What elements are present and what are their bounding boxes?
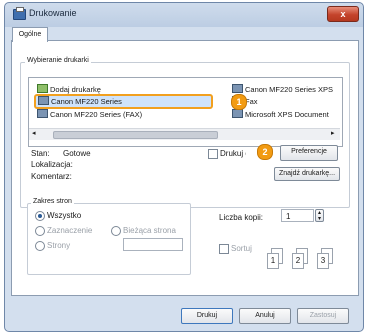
printer-icon	[232, 84, 243, 93]
page-range-legend: Zakres stron	[31, 198, 74, 205]
callout-1-badge: 1	[231, 94, 247, 110]
comment-label: Komentarz:	[31, 172, 72, 181]
printer-label: Dodaj drukarkę	[50, 85, 101, 94]
page-range-all-label: Wszystko	[47, 211, 82, 220]
find-printer-button[interactable]: Znajdź drukarkę...	[274, 167, 340, 181]
status-value: Gotowe	[63, 149, 91, 158]
page-range-selection-label: Zaznaczenie	[47, 226, 93, 235]
copies-input[interactable]: 1	[281, 209, 314, 222]
select-printer-legend: Wybieranie drukarki	[25, 57, 91, 64]
collate-page-1: 1	[267, 253, 279, 269]
page-range-selection-radio[interactable]	[35, 226, 45, 236]
collate-page-3: 3	[317, 253, 329, 269]
page-range-all-radio[interactable]	[35, 211, 45, 221]
add-printer-icon	[37, 84, 48, 93]
preferences-button[interactable]: Preferencje	[280, 145, 338, 161]
print-dialog: Drukowanie x Ogólne Wybieranie drukarki …	[4, 2, 364, 332]
apply-button[interactable]: Zastosuj	[297, 308, 349, 324]
printer-item-add[interactable]: Dodaj drukarkę	[37, 84, 101, 94]
printer-label: Canon MF220 Series (FAX)	[50, 110, 143, 119]
page-range-current-label: Bieżąca strona	[123, 226, 176, 235]
window-title: Drukowanie	[29, 8, 77, 18]
close-button[interactable]: x	[327, 6, 359, 22]
printer-icon	[232, 109, 243, 118]
location-label: Lokalizacja:	[31, 160, 73, 169]
printer-list-scrollbar[interactable]: ◂ ▸	[29, 128, 340, 140]
print-button[interactable]: Drukuj	[181, 308, 233, 324]
pages-input[interactable]	[123, 238, 183, 251]
printer-item-canon-fax[interactable]: Canon MF220 Series (FAX)	[37, 109, 142, 119]
copies-stepper[interactable]: ▴ ▾	[315, 209, 324, 222]
callout-2-badge: 2	[257, 144, 273, 160]
scroll-left-icon[interactable]: ◂	[32, 129, 36, 137]
scroll-right-icon[interactable]: ▸	[331, 129, 335, 137]
cancel-button[interactable]: Anuluj	[239, 308, 291, 324]
tab-general[interactable]: Ogólne	[12, 27, 48, 42]
printer-item-canon-xps[interactable]: Canon MF220 Series XPS	[232, 84, 333, 94]
printer-label: Canon MF220 Series	[51, 97, 122, 106]
printer-item-canon-mf220[interactable]: Canon MF220 Series	[34, 94, 213, 109]
collate-checkbox[interactable]	[219, 244, 229, 254]
printer-label: Microsoft XPS Document	[245, 110, 329, 119]
page-range-current-radio[interactable]	[111, 226, 121, 236]
printer-label: Canon MF220 Series XPS	[245, 85, 333, 94]
page-range-pages-label: Strony	[47, 241, 71, 250]
printer-item-xps-document[interactable]: Microsoft XPS Document	[232, 109, 329, 119]
print-to-file-checkbox[interactable]	[208, 149, 218, 159]
printer-icon	[38, 96, 49, 105]
fax-printer-icon	[37, 109, 48, 118]
page-range-pages-radio[interactable]	[35, 241, 45, 251]
collate-label: Sortuj	[231, 244, 252, 253]
title-bar: Drukowanie x	[5, 3, 363, 25]
print-to-file-label: Drukuj do pliku	[220, 149, 246, 158]
collate-page-2: 2	[292, 253, 304, 269]
status-label: Stan:	[31, 149, 50, 158]
scrollbar-thumb[interactable]	[53, 131, 218, 139]
printer-icon	[13, 7, 26, 20]
copies-label: Liczba kopii:	[219, 213, 264, 222]
